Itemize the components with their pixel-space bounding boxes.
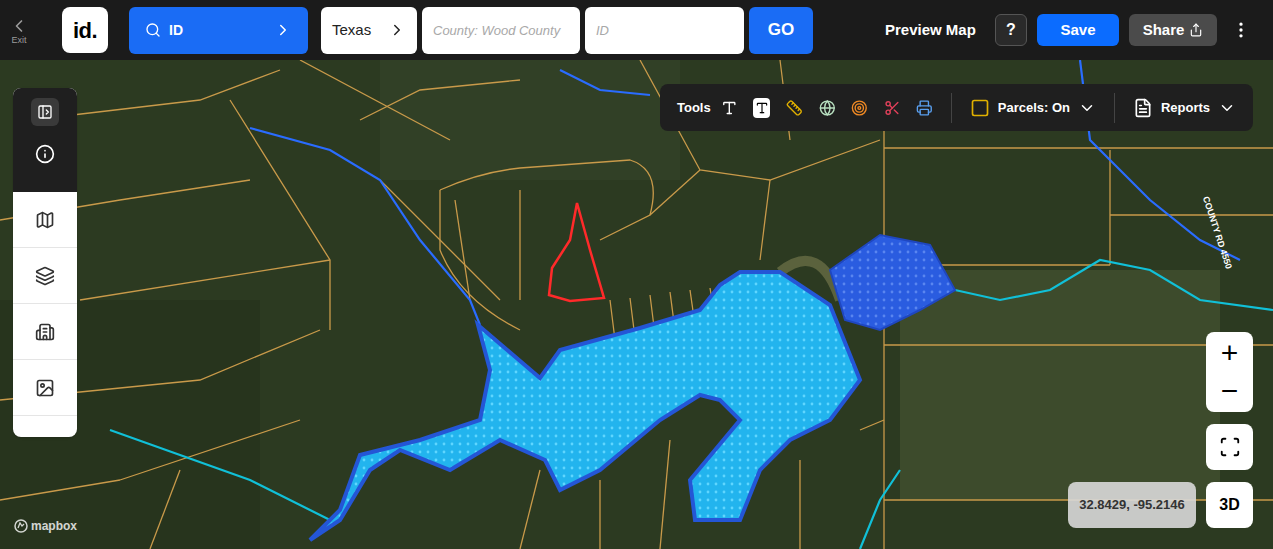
zoom-in-button[interactable]: + — [1221, 334, 1239, 372]
sidebar-toggle[interactable] — [31, 98, 59, 126]
app: Exitid.IDTexasGOPreview Map?SaveShareCOU… — [0, 0, 1273, 549]
search-icon — [145, 22, 161, 38]
label-tool[interactable] — [753, 98, 770, 118]
parcel-boundary[interactable] — [120, 420, 300, 480]
parcel-boundary[interactable] — [150, 470, 180, 549]
stream — [250, 128, 480, 325]
top-bar: Exit id. ID Texas GO Preview Map? Save Share — [0, 0, 1273, 60]
stream — [110, 430, 330, 520]
logo[interactable]: id. — [62, 7, 108, 53]
printer-icon[interactable] — [916, 98, 933, 118]
parcel-boundary[interactable] — [860, 420, 884, 430]
id-input[interactable] — [585, 7, 744, 54]
parcel-boundary[interactable] — [650, 170, 700, 215]
sidebar-item[interactable] — [13, 248, 77, 304]
globe-icon[interactable] — [819, 98, 836, 118]
parcel-boundary[interactable] — [760, 180, 770, 260]
selected-parcel[interactable] — [549, 203, 604, 301]
panel-icon — [37, 104, 53, 120]
image-icon — [35, 378, 55, 398]
building-icon — [35, 322, 55, 342]
sidebar-item[interactable] — [13, 360, 77, 416]
exit-button[interactable]: Exit — [6, 16, 32, 45]
chevron-down-icon — [1218, 99, 1236, 117]
parcel-icon — [970, 98, 990, 118]
parcels-toggle[interactable]: Parcels: On — [970, 98, 1096, 118]
county-input[interactable] — [422, 7, 580, 54]
parcel-boundary[interactable] — [230, 100, 330, 330]
ruler-icon[interactable] — [786, 98, 803, 118]
map-icon — [35, 210, 55, 230]
text-icon[interactable] — [721, 98, 738, 118]
chevron-right-icon — [388, 21, 406, 39]
parcel-boundary[interactable] — [1109, 150, 1110, 265]
lake — [310, 272, 860, 540]
report-icon — [1133, 98, 1153, 118]
more-icon — [1231, 20, 1251, 40]
sidebar-item[interactable] — [13, 192, 77, 248]
preview-map-button[interactable]: Preview Map — [885, 19, 976, 42]
reports-menu[interactable]: Reports — [1133, 98, 1236, 118]
info-button[interactable] — [35, 144, 55, 164]
parcel-boundary[interactable] — [1110, 214, 1273, 215]
sidebar — [13, 88, 77, 437]
stream — [860, 470, 900, 549]
scissors-icon[interactable] — [884, 98, 901, 118]
parcel-boundary[interactable] — [660, 440, 670, 549]
parcel-boundary[interactable] — [520, 470, 540, 549]
parcel-boundary[interactable] — [360, 80, 520, 120]
back-icon — [9, 16, 29, 36]
text-box-icon — [755, 101, 769, 115]
zoom-out-button[interactable]: − — [1221, 372, 1239, 410]
more-button[interactable] — [1231, 20, 1251, 40]
parcel-boundary[interactable] — [883, 130, 884, 549]
parcel-boundary[interactable] — [519, 190, 520, 300]
state-select[interactable]: Texas — [321, 7, 417, 54]
zoom-controls: +− — [1206, 332, 1253, 412]
go-button[interactable]: GO — [749, 7, 813, 54]
fit-button[interactable] — [1206, 424, 1253, 470]
info-icon — [35, 144, 55, 164]
map-view[interactable]: COUNTY RD 4550ToolsParcels: OnReports+−3… — [0, 60, 1273, 549]
parcel-boundary[interactable] — [440, 190, 520, 330]
help-button[interactable]: ? — [995, 14, 1027, 46]
search-mode-button[interactable]: ID — [129, 7, 308, 54]
toolbar: ToolsParcels: OnReports — [660, 84, 1253, 131]
parcel-boundary[interactable] — [380, 180, 500, 300]
parcel-boundary[interactable] — [799, 460, 800, 549]
parcel-boundary[interactable] — [884, 147, 1273, 148]
map-canvas[interactable] — [0, 60, 1273, 549]
parcel-boundary[interactable] — [599, 480, 600, 549]
fit-icon — [1219, 436, 1241, 458]
stream — [560, 70, 650, 95]
mapbox-attribution: mapbox — [14, 517, 77, 535]
coordinates: 32.8429, -95.2146 — [1068, 482, 1196, 528]
layers-icon — [35, 266, 55, 286]
mapbox-logo-icon — [14, 519, 28, 533]
pond — [830, 235, 955, 330]
chevron-down-icon — [1078, 99, 1096, 117]
save-button[interactable]: Save — [1037, 14, 1119, 46]
chevron-right-icon — [274, 21, 292, 39]
parcel-boundary[interactable] — [0, 480, 120, 500]
sidebar-item[interactable] — [13, 304, 77, 360]
3d-button[interactable]: 3D — [1206, 482, 1253, 528]
parcel-boundary[interactable] — [80, 260, 330, 300]
parcel-boundary[interactable] — [440, 160, 653, 240]
parcel-boundary[interactable] — [300, 60, 450, 140]
share-icon — [1189, 23, 1203, 37]
share-button[interactable]: Share — [1129, 14, 1217, 46]
radius-icon[interactable] — [851, 98, 868, 118]
